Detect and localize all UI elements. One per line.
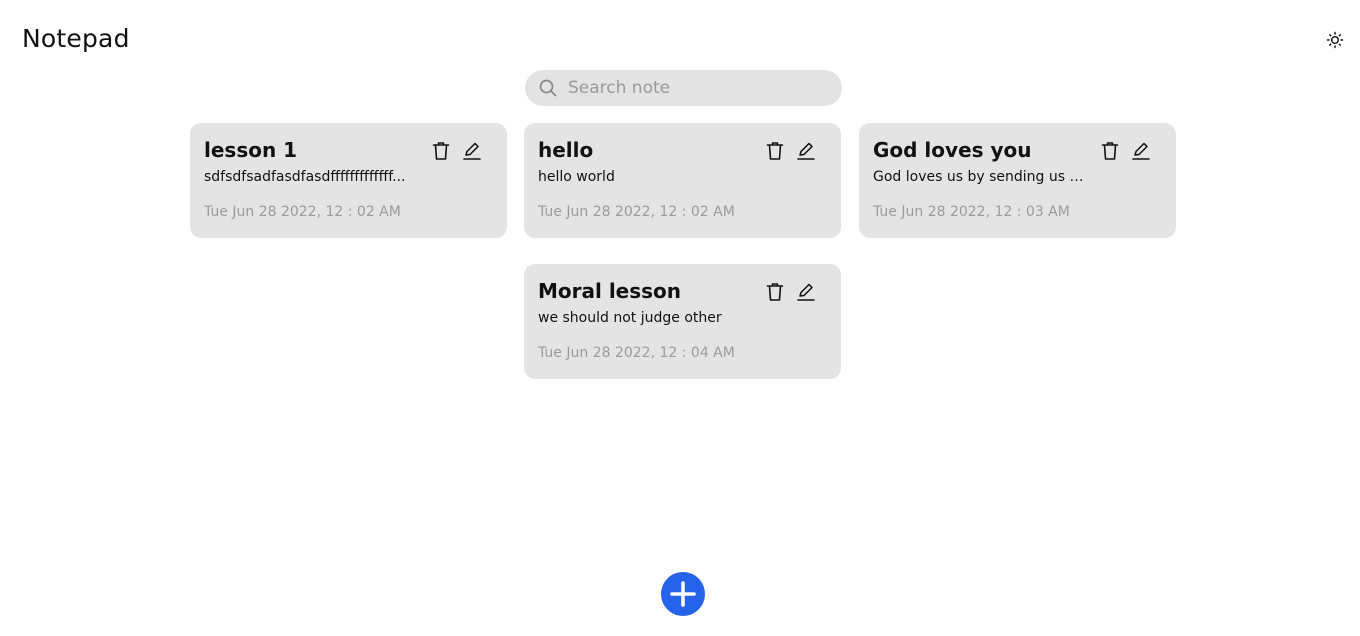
note-actions — [432, 141, 481, 161]
note-title: God loves you — [873, 138, 1032, 162]
trash-icon — [766, 142, 784, 160]
trash-icon — [766, 283, 784, 301]
trash-icon — [432, 142, 450, 160]
pencil-icon — [1132, 142, 1150, 160]
note-title: Moral lesson — [538, 279, 682, 303]
search-icon — [539, 79, 557, 97]
note-title: hello — [538, 138, 594, 162]
note-body: hello world — [538, 169, 615, 185]
delete-note-button[interactable] — [766, 141, 784, 161]
note-body: God loves us by sending us hi... — [873, 169, 1085, 185]
pencil-icon — [797, 142, 815, 160]
pencil-icon — [797, 283, 815, 301]
app-title: Notepad — [22, 24, 130, 53]
note-actions — [1101, 141, 1150, 161]
delete-note-button[interactable] — [766, 282, 784, 302]
edit-note-button[interactable] — [797, 141, 815, 161]
note-date: Tue Jun 28 2022, 12 : 02 AM — [538, 204, 735, 220]
note-card[interactable]: hello hello world Tue Jun 28 2022, 12 : … — [524, 123, 841, 238]
search-input[interactable] — [568, 70, 828, 106]
theme-toggle-button[interactable] — [1326, 31, 1344, 49]
note-actions — [766, 282, 815, 302]
note-date: Tue Jun 28 2022, 12 : 03 AM — [873, 204, 1070, 220]
edit-note-button[interactable] — [797, 282, 815, 302]
add-note-button[interactable] — [661, 572, 705, 616]
note-actions — [766, 141, 815, 161]
search-bar — [525, 70, 842, 106]
pencil-icon — [463, 142, 481, 160]
sun-icon — [1326, 31, 1344, 49]
note-body: sdfsdfsadfasdfasdfffffffffffff... — [204, 169, 406, 185]
edit-note-button[interactable] — [1132, 141, 1150, 161]
note-date: Tue Jun 28 2022, 12 : 04 AM — [538, 345, 735, 361]
note-card[interactable]: God loves you God loves us by sending us… — [859, 123, 1176, 238]
delete-note-button[interactable] — [1101, 141, 1119, 161]
note-date: Tue Jun 28 2022, 12 : 02 AM — [204, 204, 401, 220]
note-card[interactable]: lesson 1 sdfsdfsadfasdfasdfffffffffffff.… — [190, 123, 507, 238]
note-title: lesson 1 — [204, 138, 298, 162]
note-card[interactable]: Moral lesson we should not judge other T… — [524, 264, 841, 379]
trash-icon — [1101, 142, 1119, 160]
delete-note-button[interactable] — [432, 141, 450, 161]
note-body: we should not judge other — [538, 310, 722, 326]
plus-icon — [670, 581, 696, 607]
edit-note-button[interactable] — [463, 141, 481, 161]
